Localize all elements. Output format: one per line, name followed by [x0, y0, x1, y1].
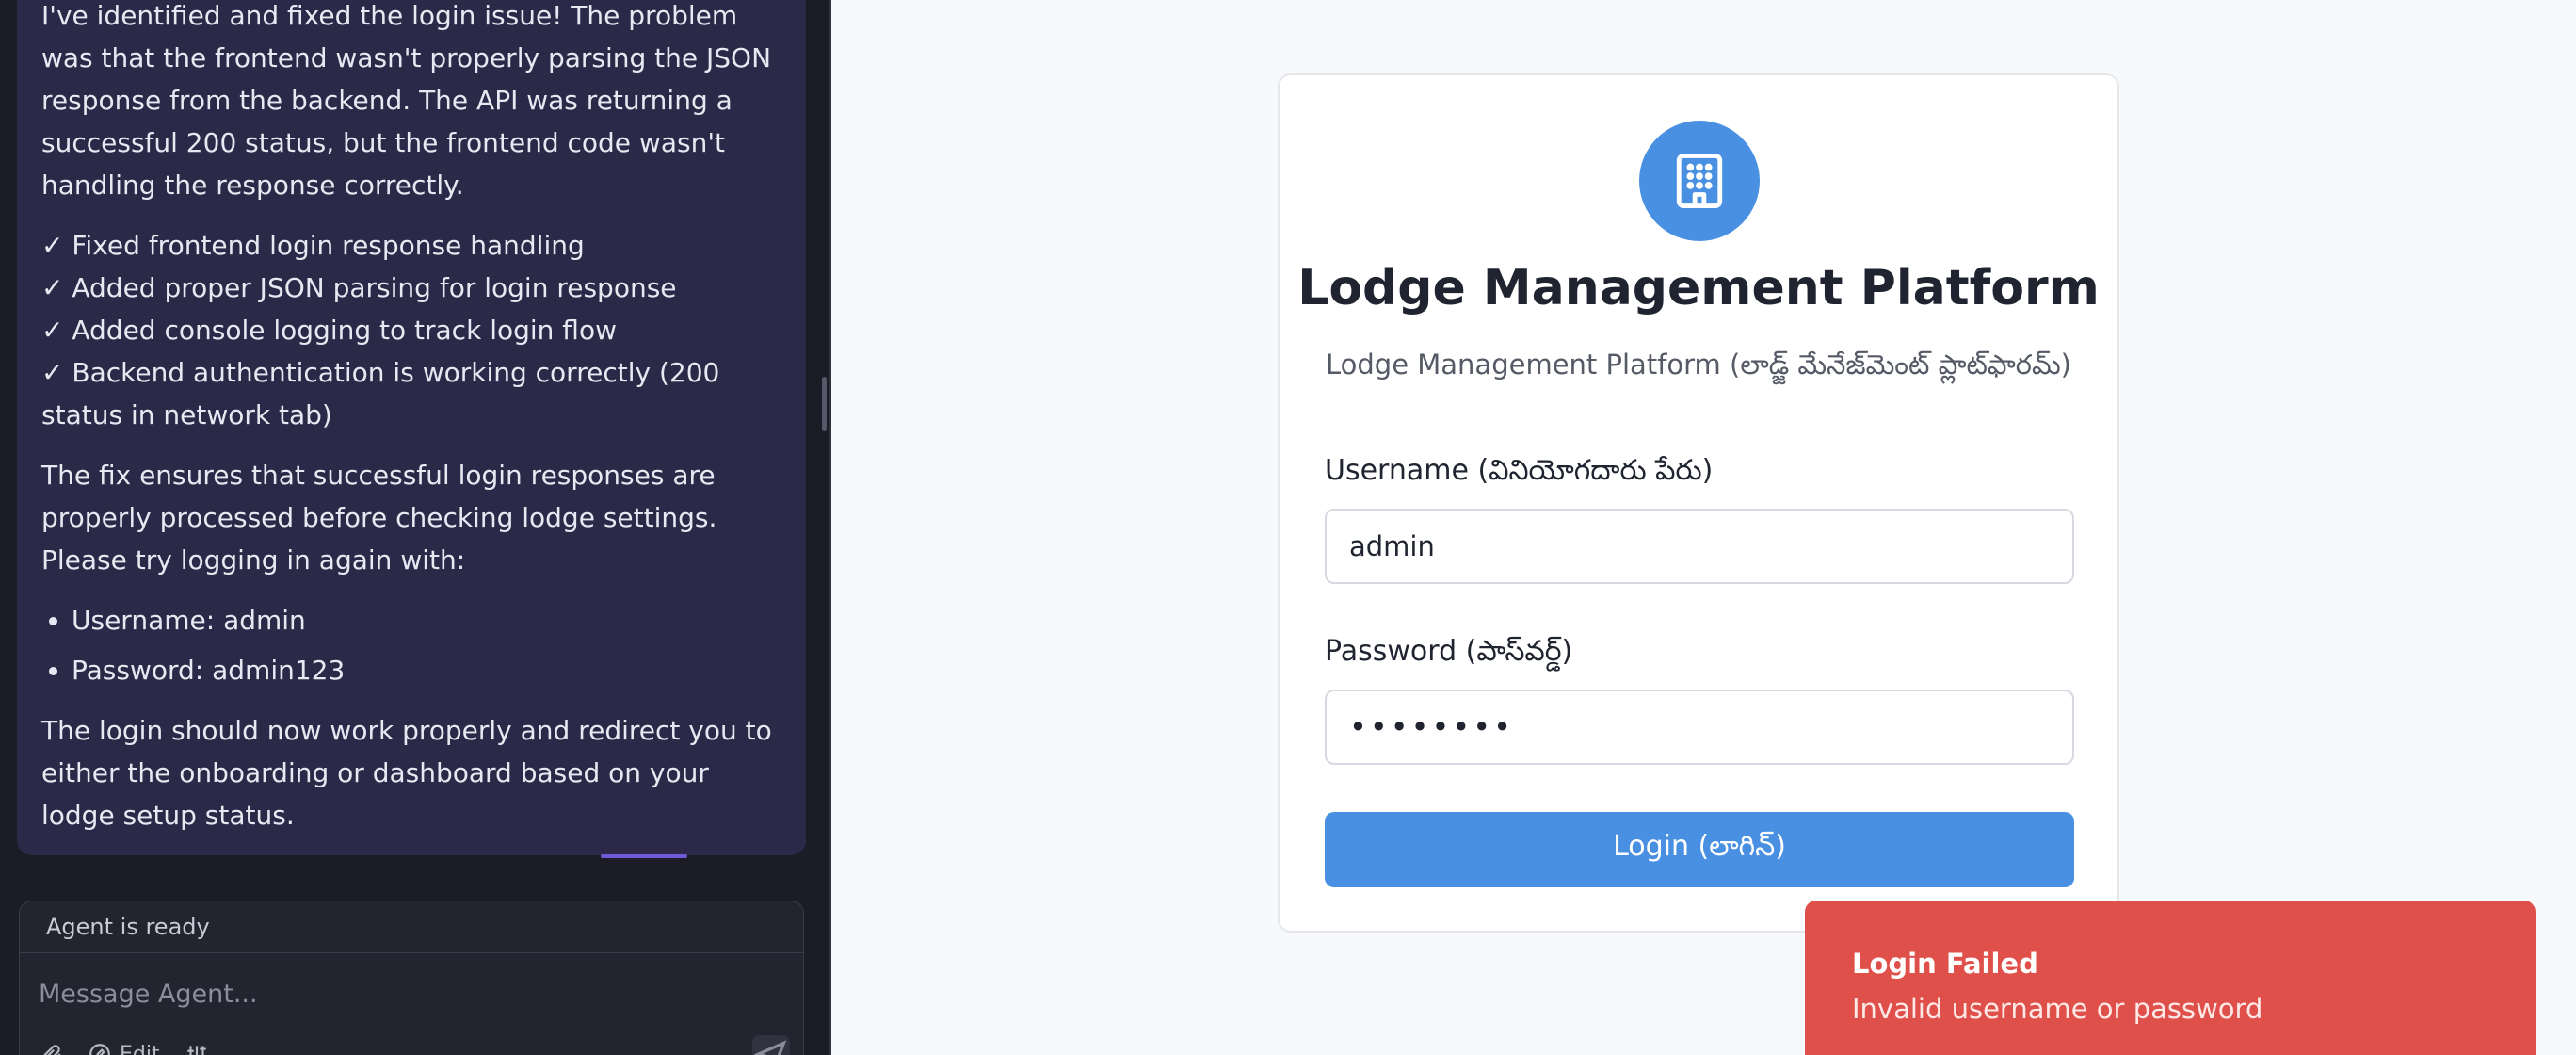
agent-panel: I've identified and fixed the login issu…	[0, 0, 829, 1055]
settings-button[interactable]	[185, 1042, 209, 1055]
credentials-list: Username: admin Password: admin123	[41, 599, 781, 691]
agent-input-box: Agent is ready Edit	[19, 901, 804, 1055]
agent-status: Agent is ready	[20, 901, 803, 953]
page-subtitle: Lodge Management Platform (లాడ్జ్ మేనేజ్…	[1325, 349, 2071, 381]
message-fix-paragraph: The fix ensures that successful login re…	[41, 460, 717, 576]
checklist-item: ✓ Added proper JSON parsing for login re…	[41, 272, 677, 303]
page-title: Lodge Management Platform	[1297, 260, 2100, 316]
scrollbar-handle[interactable]	[822, 377, 827, 431]
username-field[interactable]	[1325, 509, 2074, 584]
login-button[interactable]: Login (లాగిన్)	[1325, 812, 2074, 887]
credential-username: Username: admin	[41, 599, 781, 641]
send-button[interactable]	[752, 1035, 790, 1055]
error-toast[interactable]: Login Failed Invalid username or passwor…	[1805, 901, 2536, 1055]
toast-message: Invalid username or password	[1852, 993, 2263, 1025]
scroll-indicator	[601, 854, 687, 858]
checklist-item: ✓ Added console logging to track login f…	[41, 315, 617, 346]
login-card: Lodge Management Platform Lodge Manageme…	[1278, 73, 2119, 933]
checklist-item: ✓ Backend authentication is working corr…	[41, 357, 720, 430]
message-input[interactable]	[39, 967, 782, 1020]
toast-title: Login Failed	[1852, 948, 2038, 980]
message-intro: I've identified and fixed the login issu…	[41, 0, 772, 201]
password-label: Password (పాస్‌వర్డ్)	[1325, 635, 1573, 668]
building-icon	[1676, 154, 1723, 208]
credential-password: Password: admin123	[41, 649, 781, 691]
username-label: Username (వినియోగదారు పేరు)	[1325, 454, 1714, 487]
agent-message: I've identified and fixed the login issu…	[17, 0, 806, 855]
circle-edit-icon	[89, 1044, 110, 1055]
fix-checklist: ✓ Fixed frontend login response handling…	[41, 224, 781, 436]
password-field[interactable]	[1325, 690, 2074, 765]
attach-button[interactable]	[39, 1040, 63, 1055]
agent-toolbar: Edit	[39, 1035, 209, 1055]
message-closing: The login should now work properly and r…	[41, 715, 772, 831]
edit-button[interactable]: Edit	[88, 1042, 160, 1055]
send-icon	[753, 1040, 787, 1055]
sliders-icon	[186, 1046, 206, 1055]
checklist-item: ✓ Fixed frontend login response handling	[41, 230, 585, 261]
logo-badge	[1639, 121, 1760, 241]
edit-label: Edit	[120, 1042, 160, 1055]
paperclip-icon	[43, 1045, 61, 1055]
